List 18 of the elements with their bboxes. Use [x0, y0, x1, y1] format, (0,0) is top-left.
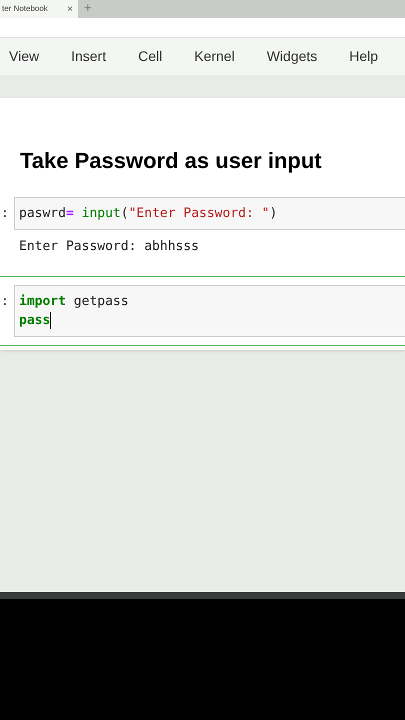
notebook-cell[interactable]: : import getpass pass [0, 276, 405, 346]
menu-item[interactable]: Insert [71, 46, 138, 67]
menu-item[interactable]: Help [349, 46, 398, 67]
menu-item[interactable]: Kernel [194, 46, 267, 67]
notebook-heading: Take Password as user input [19, 147, 323, 175]
cell-output: Enter Password: abhhsss [18, 238, 200, 256]
input-prompt: : [0, 205, 10, 223]
close-tab-button[interactable]: × [67, 2, 73, 16]
menu-item[interactable]: View [0, 46, 72, 67]
menu-item[interactable]: Widgets [266, 46, 350, 67]
code-input[interactable]: paswrd= input("Enter Password: ") [14, 197, 405, 230]
tab-title: ter Notebook [2, 3, 48, 15]
code-input[interactable]: import getpass pass [14, 284, 405, 336]
browser-tab[interactable]: ter Notebook × [0, 0, 78, 18]
menu-item[interactable]: Cell [138, 46, 194, 67]
input-prompt: : [0, 292, 10, 310]
text-cursor [50, 312, 52, 328]
notebook-cell[interactable]: : paswrd= input("Enter Password: ") Enter Password: abhhsss [0, 194, 405, 272]
